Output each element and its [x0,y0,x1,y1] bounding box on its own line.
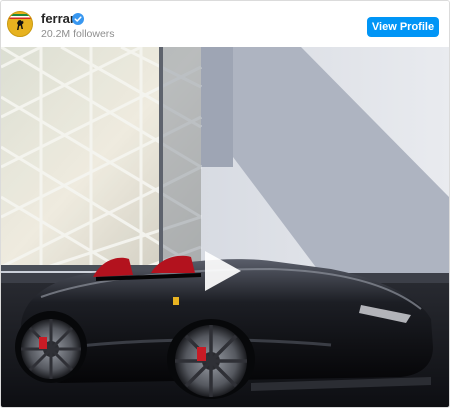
verified-badge-icon [72,12,84,25]
building-column [161,47,201,269]
instagram-post-embed: ferrari 20.2M followers View Profile [0,0,450,408]
prancing-horse-icon [8,12,32,36]
post-header: ferrari 20.2M followers View Profile [1,1,449,47]
post-video[interactable] [1,47,449,407]
view-profile-button[interactable]: View Profile [367,17,439,37]
follower-count: 20.2M followers [41,28,115,40]
ferrari-logo-avatar[interactable] [7,11,33,37]
